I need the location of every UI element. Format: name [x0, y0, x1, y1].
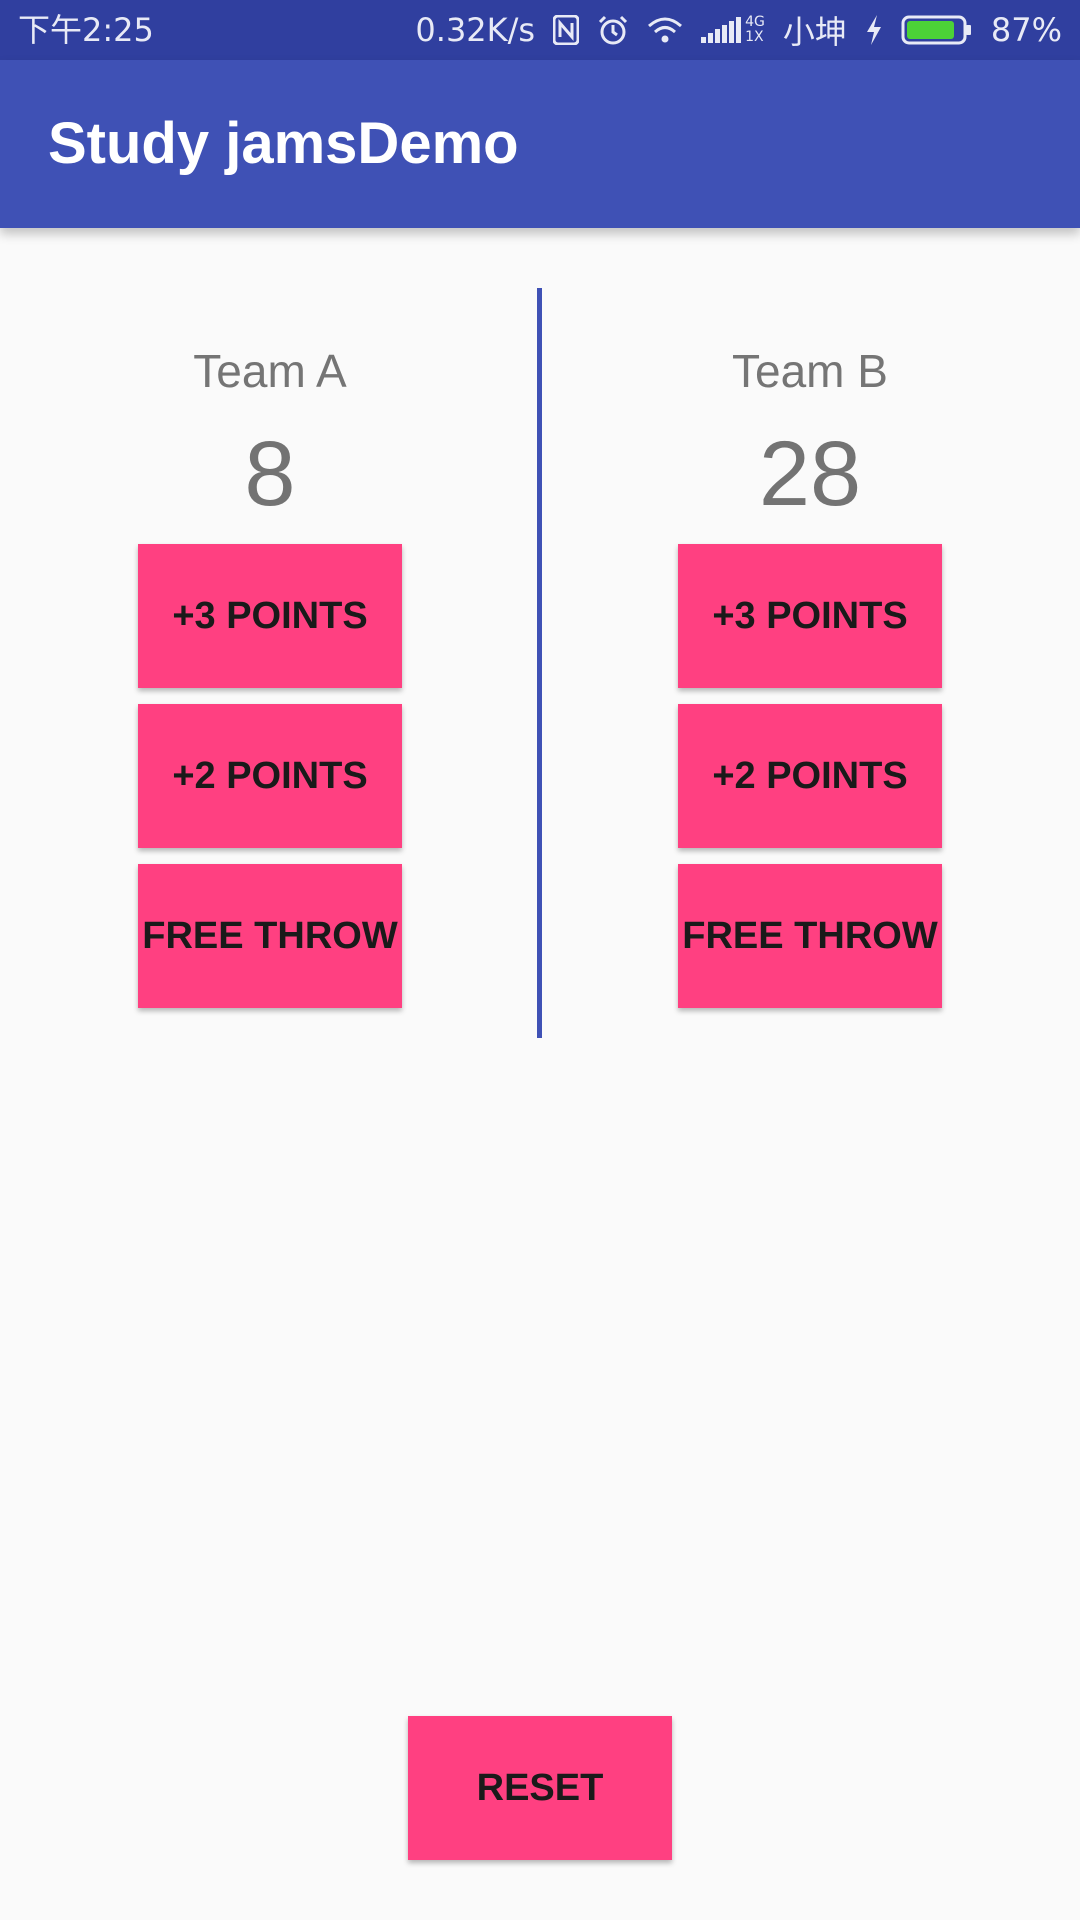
- alarm-icon: [597, 14, 629, 46]
- status-right-group: 0.32K/s 4G 1X 小坤 87%: [415, 0, 1062, 60]
- network-speed: 0.32K/s: [415, 11, 536, 49]
- team-a-panel: Team A 8 +3 POINTS +2 POINTS FREE THROW: [0, 288, 540, 1008]
- status-time: 下午2:25: [18, 11, 154, 49]
- team-b-name: Team B: [732, 345, 888, 397]
- team-b-plus2-button[interactable]: +2 POINTS: [678, 704, 942, 848]
- team-b-panel: Team B 28 +3 POINTS +2 POINTS FREE THROW: [540, 288, 1080, 1008]
- network-type-top: 4G: [745, 14, 765, 30]
- app-title: Study jamsDemo: [48, 111, 519, 176]
- carrier-name: 小坤: [782, 13, 847, 51]
- team-b-plus3-button[interactable]: +3 POINTS: [678, 544, 942, 688]
- team-b-free-throw-button[interactable]: FREE THROW: [678, 864, 942, 1008]
- reset-area: RESET: [408, 1716, 672, 1860]
- team-a-score: 8: [244, 423, 296, 525]
- team-a-free-throw-button[interactable]: FREE THROW: [138, 864, 402, 1008]
- network-type-bottom: 1X: [745, 29, 764, 45]
- battery-icon: [901, 14, 973, 46]
- team-a-plus2-button[interactable]: +2 POINTS: [138, 704, 402, 848]
- charging-icon: [865, 15, 883, 45]
- nfc-icon: [553, 15, 580, 45]
- wifi-icon: [647, 16, 683, 44]
- network-type-label: 4G 1X: [745, 15, 765, 45]
- reset-button[interactable]: RESET: [408, 1716, 672, 1860]
- battery-percent: 87%: [990, 11, 1062, 49]
- team-a-name: Team A: [193, 345, 347, 397]
- team-a-plus3-button[interactable]: +3 POINTS: [138, 544, 402, 688]
- signal-icon: 4G 1X: [701, 15, 765, 45]
- status-bar: 下午2:25 0.32K/s 4G 1X 小坤 87%: [0, 0, 1080, 60]
- app-bar: Study jamsDemo: [0, 60, 1080, 228]
- team-b-score: 28: [758, 423, 862, 525]
